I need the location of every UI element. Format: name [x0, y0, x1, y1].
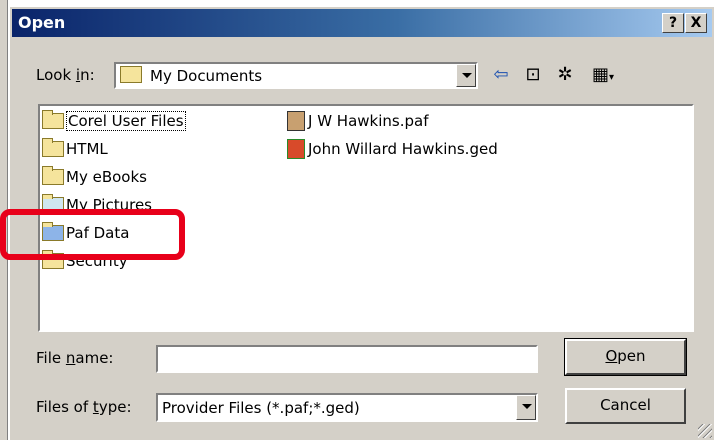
- look-in-dropdown-button[interactable]: [456, 64, 476, 87]
- file-name-label: File name:: [36, 349, 114, 367]
- dialog-title: Open: [18, 13, 66, 32]
- list-item[interactable]: John Willard Hawkins.ged: [287, 138, 498, 160]
- list-item[interactable]: My eBooks: [42, 166, 147, 188]
- files-of-type-combo[interactable]: Provider Files (*.paf;*.ged): [156, 393, 538, 422]
- back-icon[interactable]: ⇦: [488, 64, 514, 86]
- look-in-value: My Documents: [150, 67, 263, 85]
- views-icon: ▦: [591, 64, 609, 85]
- close-button[interactable]: X: [685, 13, 707, 33]
- views-menu-icon[interactable]: ▦▾: [590, 64, 616, 86]
- folder-icon: [42, 166, 64, 185]
- look-in-label: Look in:: [36, 66, 95, 84]
- cancel-button[interactable]: Cancel: [565, 388, 686, 424]
- files-of-type-label: Files of type:: [36, 398, 132, 416]
- files-of-type-value: Provider Files (*.paf;*.ged): [162, 399, 360, 417]
- list-item[interactable]: HTML: [42, 138, 108, 160]
- look-in-combo[interactable]: My Documents: [114, 62, 478, 89]
- folder-icon: [42, 138, 64, 157]
- help-button[interactable]: ?: [662, 13, 684, 33]
- my-documents-icon: [120, 66, 142, 83]
- folder-icon: [42, 110, 64, 129]
- file-name-field[interactable]: [156, 345, 538, 373]
- ged-file-icon: [287, 139, 305, 159]
- paf-data-highlight-annotation: [0, 209, 185, 260]
- files-of-type-dropdown-button[interactable]: [516, 395, 536, 420]
- list-item[interactable]: Corel User Files: [42, 110, 186, 132]
- paf-file-icon: [287, 111, 305, 131]
- list-item[interactable]: J W Hawkins.paf: [287, 110, 428, 132]
- up-folder-icon[interactable]: ⊡: [520, 64, 546, 86]
- new-folder-icon[interactable]: ✲: [552, 64, 578, 86]
- title-bar[interactable]: Open ? X: [12, 9, 712, 37]
- open-button[interactable]: Open: [564, 338, 687, 376]
- resize-grip[interactable]: [698, 424, 712, 438]
